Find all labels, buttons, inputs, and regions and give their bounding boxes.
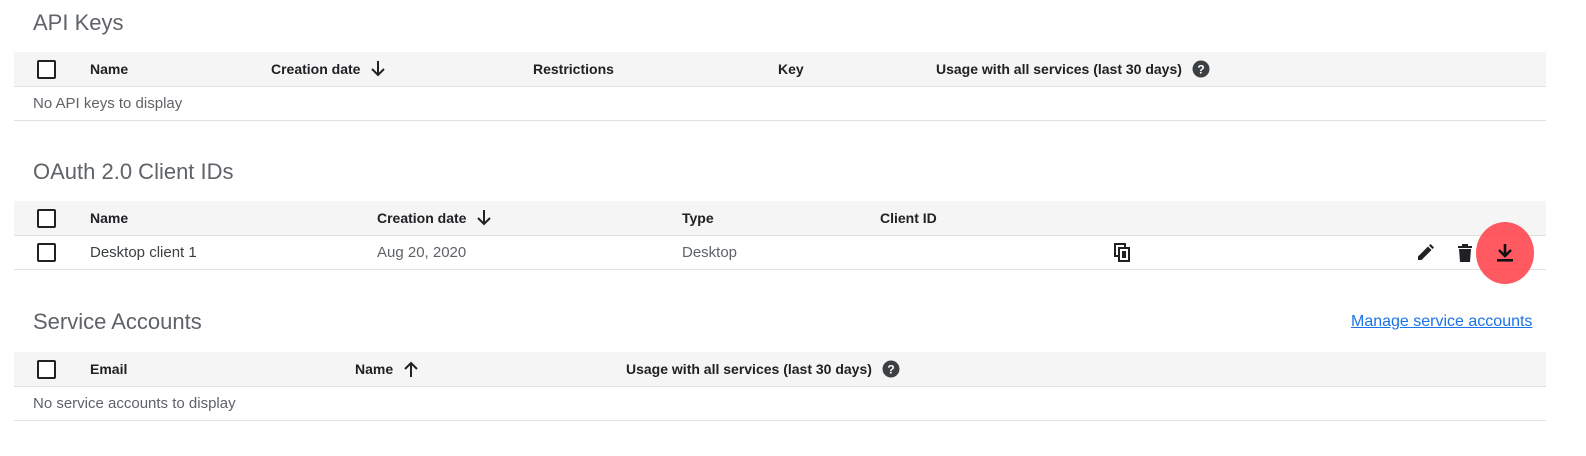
delete-client-button[interactable] [1457, 236, 1473, 269]
trash-icon[interactable] [1457, 243, 1473, 263]
column-header-name-label: Name [355, 361, 394, 377]
column-header-client-id-label: Client ID [880, 210, 937, 226]
column-header-name[interactable]: Name [90, 52, 128, 86]
svg-text:?: ? [887, 363, 894, 377]
download-icon[interactable] [1495, 242, 1515, 264]
column-header-key[interactable]: Key [778, 52, 804, 86]
pencil-icon[interactable] [1415, 243, 1435, 263]
column-header-creation-date[interactable]: Creation date [377, 201, 492, 235]
column-header-name[interactable]: Name [355, 352, 419, 386]
column-header-restrictions[interactable]: Restrictions [533, 52, 614, 86]
service-accounts-table: Email Name Usage with all services (last… [14, 352, 1546, 421]
service-accounts-title: Service Accounts [33, 309, 202, 334]
help-icon[interactable]: ? [1192, 60, 1210, 78]
client-type: Desktop [682, 244, 738, 261]
column-header-usage[interactable]: Usage with all services (last 30 days) ? [626, 352, 900, 386]
arrow-down-icon[interactable] [370, 60, 386, 78]
service-accounts-header-row: Email Name Usage with all services (last… [14, 352, 1546, 387]
oauth-title: OAuth 2.0 Client IDs [33, 159, 234, 184]
api-keys-header-row: Name Creation date Restrictions Key Usag… [14, 52, 1546, 87]
client-creation-date: Aug 20, 2020 [377, 244, 467, 261]
column-header-creation-date-label: Creation date [377, 210, 467, 226]
column-header-name-label: Name [90, 210, 129, 226]
column-header-key-label: Key [778, 61, 804, 77]
help-icon[interactable]: ? [882, 360, 900, 378]
arrow-down-icon[interactable] [476, 209, 492, 227]
checkbox[interactable] [37, 59, 56, 79]
manage-service-accounts-link[interactable]: Manage service accounts [1351, 313, 1532, 331]
arrow-up-icon[interactable] [403, 360, 419, 378]
checkbox[interactable] [37, 359, 56, 379]
row-checkbox[interactable] [37, 236, 56, 269]
column-header-creation-date[interactable]: Creation date [271, 52, 386, 86]
checkbox[interactable] [37, 208, 56, 228]
column-header-restrictions-label: Restrictions [533, 61, 614, 77]
column-header-email[interactable]: Email [90, 352, 127, 386]
column-header-name-label: Name [90, 61, 129, 77]
column-header-creation-date-label: Creation date [271, 61, 361, 77]
table-row[interactable]: Desktop client 1 Aug 20, 2020 Desktop [14, 222, 1546, 284]
column-header-usage-label: Usage with all services (last 30 days) [936, 61, 1182, 77]
copy-icon[interactable] [1114, 242, 1132, 263]
api-keys-select-all-checkbox[interactable] [37, 52, 56, 86]
svg-text:?: ? [1197, 63, 1204, 77]
copy-client-id-button[interactable] [1114, 236, 1132, 269]
oauth-header-row: Name Creation date Type Client ID [14, 201, 1546, 236]
column-header-type[interactable]: Type [682, 201, 714, 235]
column-header-client-id[interactable]: Client ID [880, 201, 937, 235]
api-keys-title: API Keys [33, 10, 124, 35]
api-keys-table: Name Creation date Restrictions Key Usag… [14, 52, 1546, 121]
api-keys-empty-row: No API keys to display [14, 87, 1546, 121]
service-accounts-select-all-checkbox[interactable] [37, 352, 56, 386]
oauth-table: Name Creation date Type Client ID Deskto… [14, 201, 1546, 284]
oauth-select-all-checkbox[interactable] [37, 201, 56, 235]
column-header-email-label: Email [90, 361, 128, 377]
service-accounts-empty-message: No service accounts to display [33, 395, 236, 412]
download-client-button[interactable] [1495, 236, 1515, 269]
column-header-name[interactable]: Name [90, 201, 128, 235]
column-header-type-label: Type [682, 210, 714, 226]
column-header-usage-label: Usage with all services (last 30 days) [626, 361, 872, 377]
edit-client-button[interactable] [1415, 236, 1435, 269]
column-header-usage[interactable]: Usage with all services (last 30 days) ? [936, 52, 1210, 86]
service-accounts-empty-row: No service accounts to display [14, 387, 1546, 421]
api-keys-empty-message: No API keys to display [33, 95, 183, 112]
checkbox[interactable] [37, 243, 56, 262]
client-name[interactable]: Desktop client 1 [90, 236, 197, 269]
